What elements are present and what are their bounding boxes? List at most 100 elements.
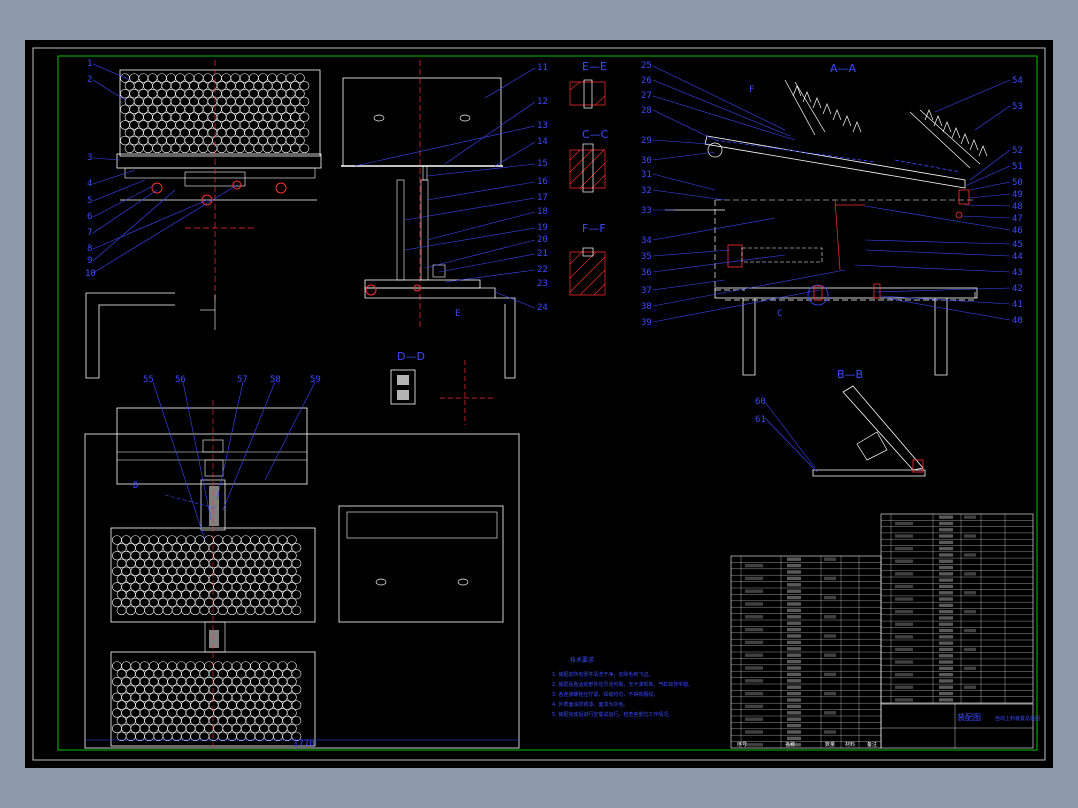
tube xyxy=(190,574,201,584)
section-details: E—E C—C F—F xyxy=(569,60,609,296)
tube xyxy=(138,104,149,114)
tube xyxy=(222,723,233,734)
tube xyxy=(239,73,250,83)
tube xyxy=(217,731,228,742)
bom-cell-text xyxy=(939,647,953,652)
tube xyxy=(250,582,260,592)
tube xyxy=(194,692,205,702)
tube xyxy=(139,692,150,702)
tube xyxy=(125,731,136,742)
tube xyxy=(277,676,288,687)
tube xyxy=(268,676,279,687)
tube xyxy=(286,708,297,718)
tube xyxy=(253,96,264,107)
tube xyxy=(116,605,127,616)
tube xyxy=(263,590,274,600)
part-label: 54 xyxy=(1012,76,1023,86)
tube xyxy=(253,128,264,138)
tube xyxy=(254,700,265,710)
part-label: 29 xyxy=(641,136,652,146)
tube xyxy=(273,558,283,569)
bom-header: 数量 xyxy=(825,741,835,748)
tube xyxy=(281,143,291,154)
tube xyxy=(267,104,278,114)
note-line: 4. 外表面涂防锈漆，面漆为灰色。 xyxy=(552,701,628,708)
tube xyxy=(190,716,201,726)
note-line: 5. 装配完成后进行空载试运行，检查各部位工作情况。 xyxy=(552,711,673,718)
tube xyxy=(143,128,153,138)
part-label: 21 xyxy=(537,249,548,259)
bom-cell-text xyxy=(787,595,801,600)
bom-cell-text xyxy=(745,589,763,593)
tube xyxy=(268,661,279,671)
tube xyxy=(254,669,265,679)
bom-cell-text xyxy=(939,528,953,532)
tube xyxy=(213,676,224,687)
finger-tooth xyxy=(978,145,988,157)
bom-cell-text xyxy=(939,698,953,702)
tube xyxy=(291,716,302,726)
tube xyxy=(194,597,205,608)
tube xyxy=(162,716,173,726)
part-label: 7 xyxy=(87,228,92,238)
bom-cell-text xyxy=(939,628,953,633)
tube xyxy=(144,574,155,584)
tube xyxy=(204,582,214,592)
tube xyxy=(299,112,310,122)
tube xyxy=(222,708,233,718)
tube xyxy=(236,574,247,584)
tube xyxy=(198,96,209,107)
bom-cell-text xyxy=(787,621,801,625)
tube xyxy=(129,88,140,99)
tube xyxy=(112,708,122,718)
part-label: 59 xyxy=(310,375,321,385)
tube xyxy=(204,597,214,608)
tube xyxy=(112,676,122,687)
section-title-aa: A—A xyxy=(830,62,857,75)
bom-cell-text xyxy=(939,603,953,607)
tube xyxy=(158,676,168,687)
tube xyxy=(259,566,270,576)
tube xyxy=(273,605,283,616)
tube xyxy=(162,700,173,710)
tube xyxy=(120,88,130,99)
tube xyxy=(121,723,132,734)
tube xyxy=(258,120,268,130)
tube xyxy=(268,566,279,576)
finger-teeth xyxy=(792,85,988,157)
tube xyxy=(185,550,196,561)
part-label: 51 xyxy=(1012,162,1023,172)
tube xyxy=(152,128,163,138)
tube xyxy=(222,535,233,545)
tube xyxy=(171,558,182,569)
cad-drawing: 1 2 3 4 5 6 7 8 9 10 11 12 13 14 15 16 1… xyxy=(32,47,1046,761)
tube xyxy=(185,661,196,671)
bom-cell-text xyxy=(824,595,836,600)
tube xyxy=(268,692,279,702)
tube xyxy=(144,543,155,553)
part-label: 4 xyxy=(87,179,92,189)
bom-cell-text xyxy=(745,743,763,747)
tube xyxy=(161,81,172,91)
tube xyxy=(148,676,159,687)
bom-cell-text xyxy=(787,563,801,568)
tube xyxy=(239,104,250,114)
part-label: 13 xyxy=(537,121,548,131)
tube xyxy=(263,558,274,569)
bom-cell-text xyxy=(964,553,976,557)
tube xyxy=(273,543,283,553)
bom-cell-text xyxy=(939,547,953,551)
bom-cell-text xyxy=(745,576,763,581)
tube xyxy=(133,96,144,107)
tube xyxy=(125,590,136,600)
tube xyxy=(139,597,150,608)
tube xyxy=(181,731,191,742)
tube xyxy=(116,684,127,695)
bom-header: 序号 xyxy=(737,741,747,748)
tube xyxy=(144,731,155,742)
left-elevation-view: 1 2 3 4 5 6 7 8 9 10 xyxy=(85,59,322,379)
tube xyxy=(158,597,168,608)
part-label: 28 xyxy=(641,106,652,116)
tube xyxy=(199,574,210,584)
bom-cell-text xyxy=(895,547,913,551)
